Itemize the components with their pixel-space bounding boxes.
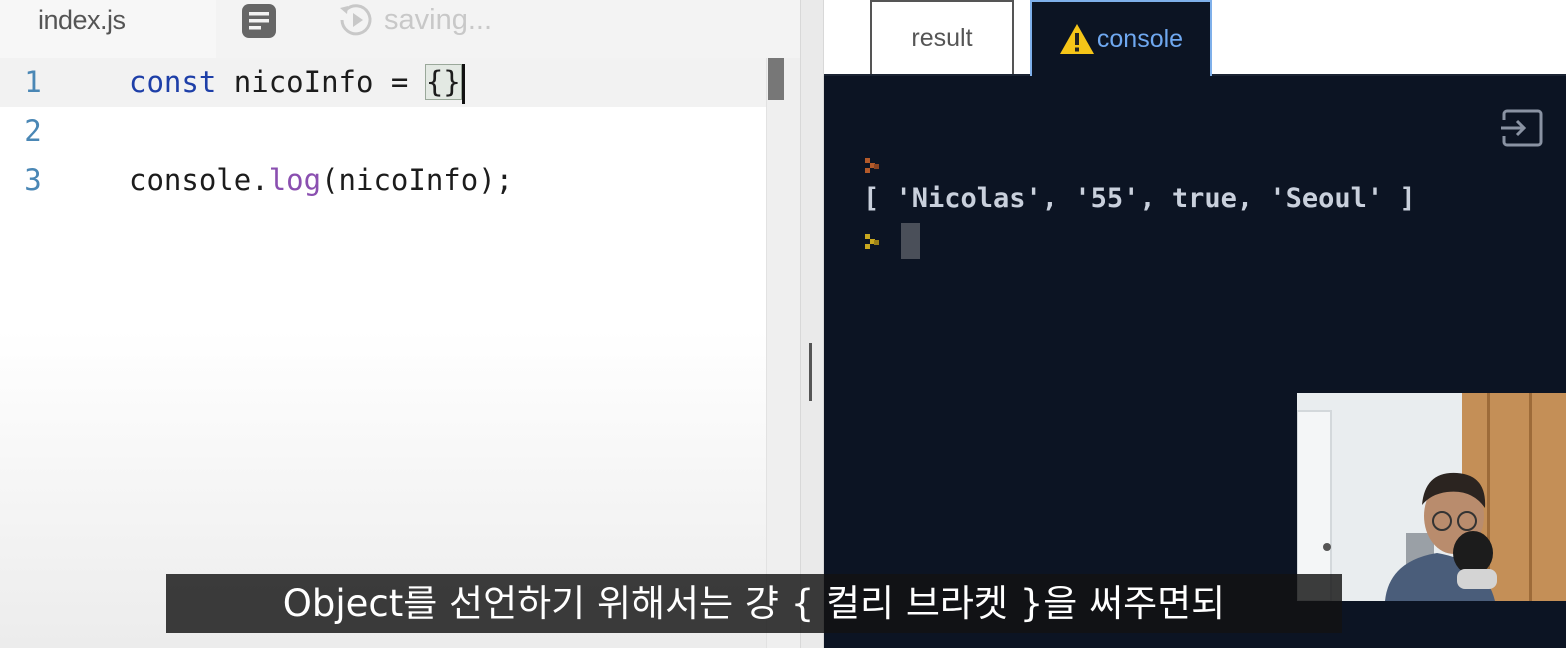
webcam-overlay xyxy=(1297,393,1566,601)
save-status: saving... xyxy=(338,0,492,40)
identifier: nicoInfo = xyxy=(216,65,426,99)
line-number: 2 xyxy=(24,114,42,148)
pane-divider[interactable] xyxy=(800,0,824,648)
pane-resize-handle[interactable] xyxy=(809,343,812,401)
code-area[interactable]: 1 const nicoInfo = {} 2 3 console.log(ni… xyxy=(0,58,770,205)
tab-result[interactable]: result xyxy=(870,0,1014,74)
code-line-1[interactable]: 1 const nicoInfo = {} xyxy=(0,58,770,107)
video-subtitle: Object를 선언하기 위해서는 걍 { 컬리 브라켓 }을 써주면되 xyxy=(166,574,1342,633)
code-line-2[interactable]: 2 xyxy=(0,107,770,156)
warning-icon xyxy=(1059,24,1094,54)
editor-scrollbar-track[interactable] xyxy=(766,58,800,648)
line-number: 3 xyxy=(24,163,42,197)
line-number: 1 xyxy=(24,65,42,99)
tab-console-label: console xyxy=(1096,24,1184,53)
console-output-line: [ 'Nicolas', '55', true, 'Seoul' ] xyxy=(863,183,1416,214)
save-status-text: saving... xyxy=(384,3,492,36)
editor-tab-bar: index.js saving... xyxy=(0,0,800,58)
log-method: log xyxy=(268,163,322,197)
code-line-3[interactable]: 3 console.log(nicoInfo); xyxy=(0,156,770,205)
code-editor-pane: index.js saving... 1 const nicoInfo = {}… xyxy=(0,0,800,648)
format-code-icon xyxy=(242,4,276,38)
presenter-video-frame xyxy=(1297,393,1566,601)
console-input-cursor[interactable] xyxy=(901,223,920,259)
console-object: console. xyxy=(129,163,269,197)
keyword-const: const xyxy=(129,65,217,99)
output-tab-bar: result console xyxy=(824,0,1566,76)
input-prompt-icon xyxy=(865,234,879,249)
tab-console[interactable]: console xyxy=(1030,0,1212,76)
tab-result-label: result xyxy=(911,23,973,52)
exit-fullscreen-icon[interactable] xyxy=(1498,108,1544,148)
code-text: console.log(nicoInfo); xyxy=(129,156,513,205)
format-code-button[interactable] xyxy=(240,4,278,38)
log-arguments: (nicoInfo); xyxy=(321,163,514,197)
editor-scrollbar-thumb[interactable] xyxy=(768,58,784,100)
matched-braces: {} xyxy=(424,64,462,100)
code-text: const nicoInfo = {} xyxy=(129,58,465,107)
history-icon xyxy=(340,4,372,36)
file-tab-index-js[interactable]: index.js xyxy=(0,0,216,58)
text-cursor xyxy=(461,64,465,104)
output-prompt-icon xyxy=(865,158,879,173)
